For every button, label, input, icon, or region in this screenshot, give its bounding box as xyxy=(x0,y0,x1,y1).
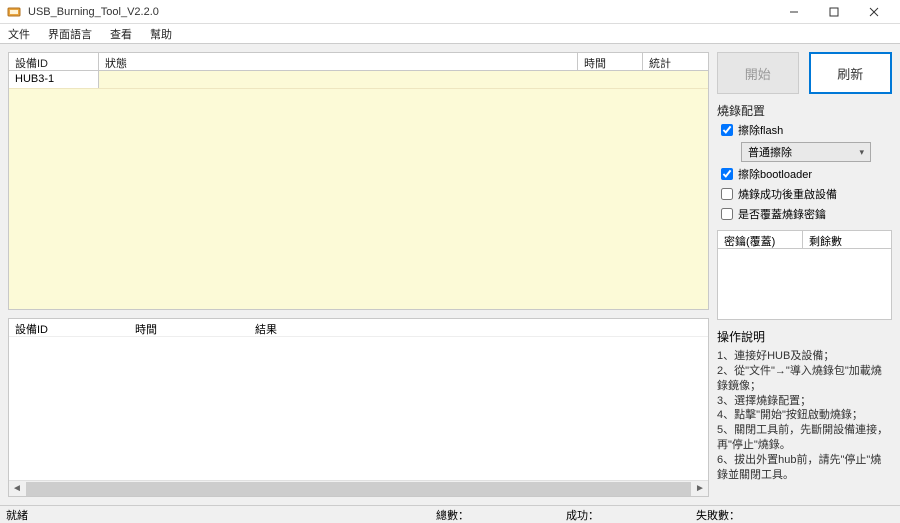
erase-flash-checkbox[interactable]: 擦除flash xyxy=(721,122,892,138)
instruction-line: 1、連接好HUB及設備； xyxy=(717,349,892,364)
menu-help[interactable]: 幫助 xyxy=(146,24,176,44)
instruction-line: 6、拔出外置hub前，請先"停止"燒錄並關閉工具。 xyxy=(717,453,892,483)
app-icon xyxy=(6,4,22,20)
cell-time xyxy=(578,71,643,88)
erase-flash-input[interactable] xyxy=(721,124,733,136)
burn-config: 燒錄配置 擦除flash 普通擦除 ▾ 擦除bootloader xyxy=(717,102,892,222)
status-success: 成功： xyxy=(566,507,696,523)
minimize-button[interactable] xyxy=(774,1,814,23)
window-buttons xyxy=(774,1,894,23)
cell-device-id: HUB3-1 xyxy=(9,71,99,88)
col-state[interactable]: 狀態 xyxy=(99,53,578,70)
key-table-header: 密鑰(覆蓋) 剩餘數 xyxy=(718,231,891,249)
overwrite-key-label: 是否覆蓋燒錄密鑰 xyxy=(738,206,826,222)
erase-bootloader-label: 擦除bootloader xyxy=(738,166,812,182)
erase-flash-label: 擦除flash xyxy=(738,122,783,138)
overwrite-key-input[interactable] xyxy=(721,208,733,220)
col-result-id[interactable]: 設備ID xyxy=(9,319,129,336)
erase-bootloader-checkbox[interactable]: 擦除bootloader xyxy=(721,166,892,182)
restart-input[interactable] xyxy=(721,188,733,200)
menu-file[interactable]: 文件 xyxy=(4,24,34,44)
window-title: USB_Burning_Tool_V2.2.0 xyxy=(28,6,774,18)
device-table-body: HUB3-1 xyxy=(9,71,708,309)
status-ready: 就緒 xyxy=(6,507,436,523)
instructions-body: 1、連接好HUB及設備； 2、從"文件"→"導入燒錄包"加載燒錄鏡像； 3、選擇… xyxy=(717,349,892,483)
key-table: 密鑰(覆蓋) 剩餘數 xyxy=(717,230,892,320)
status-bar: 就緒 總數： 成功： 失敗數： xyxy=(0,505,900,523)
result-table-body xyxy=(9,337,708,480)
instructions: 操作說明 1、連接好HUB及設備； 2、從"文件"→"導入燒錄包"加載燒錄鏡像；… xyxy=(717,328,892,483)
scroll-thumb[interactable] xyxy=(26,482,691,496)
col-result-time[interactable]: 時間 xyxy=(129,319,249,336)
menu-language[interactable]: 界面語言 xyxy=(44,24,96,44)
scroll-right-icon[interactable]: ► xyxy=(692,483,708,494)
erase-mode-select[interactable]: 普通擦除 ▾ xyxy=(741,142,871,162)
status-total: 總數： xyxy=(436,507,566,523)
col-remaining[interactable]: 剩餘數 xyxy=(803,231,891,248)
instructions-title: 操作說明 xyxy=(717,328,892,347)
maximize-button[interactable] xyxy=(814,1,854,23)
restart-checkbox[interactable]: 燒錄成功後重啟設備 xyxy=(721,186,892,202)
config-title: 燒錄配置 xyxy=(717,102,892,122)
menu-view[interactable]: 查看 xyxy=(106,24,136,44)
horizontal-scrollbar[interactable]: ◄ ► xyxy=(9,480,708,496)
erase-bootloader-input[interactable] xyxy=(721,168,733,180)
col-result[interactable]: 結果 xyxy=(249,319,708,336)
menu-bar: 文件 界面語言 查看 幫助 xyxy=(0,24,900,44)
result-table: 設備ID 時間 結果 ◄ ► xyxy=(8,318,709,497)
table-row[interactable]: HUB3-1 xyxy=(9,71,708,89)
col-time[interactable]: 時間 xyxy=(578,53,643,70)
device-table: 設備ID 狀態 時間 統計 HUB3-1 xyxy=(8,52,709,310)
col-stat[interactable]: 統計 xyxy=(643,53,708,70)
restart-label: 燒錄成功後重啟設備 xyxy=(738,186,837,202)
col-device-id[interactable]: 設備ID xyxy=(9,53,99,70)
erase-mode-value: 普通擦除 xyxy=(748,144,792,160)
overwrite-key-checkbox[interactable]: 是否覆蓋燒錄密鑰 xyxy=(721,206,892,222)
titlebar: USB_Burning_Tool_V2.2.0 xyxy=(0,0,900,24)
result-table-header: 設備ID 時間 結果 xyxy=(9,319,708,337)
scroll-left-icon[interactable]: ◄ xyxy=(9,483,25,494)
chevron-down-icon: ▾ xyxy=(859,147,864,158)
instruction-line: 2、從"文件"→"導入燒錄包"加載燒錄鏡像； xyxy=(717,364,892,394)
status-fail: 失敗數： xyxy=(696,507,894,523)
col-key[interactable]: 密鑰(覆蓋) xyxy=(718,231,803,248)
refresh-button[interactable]: 刷新 xyxy=(809,52,893,94)
cell-stat xyxy=(643,71,708,88)
cell-state xyxy=(99,71,578,88)
instruction-line: 4、點擊"開始"按鈕啟動燒錄； xyxy=(717,408,892,423)
instruction-line: 5、關閉工具前，先斷開設備連接，再"停止"燒錄。 xyxy=(717,423,892,453)
device-table-header: 設備ID 狀態 時間 統計 xyxy=(9,53,708,71)
instruction-line: 3、選擇燒錄配置； xyxy=(717,394,892,409)
start-button[interactable]: 開始 xyxy=(717,52,799,94)
close-button[interactable] xyxy=(854,1,894,23)
